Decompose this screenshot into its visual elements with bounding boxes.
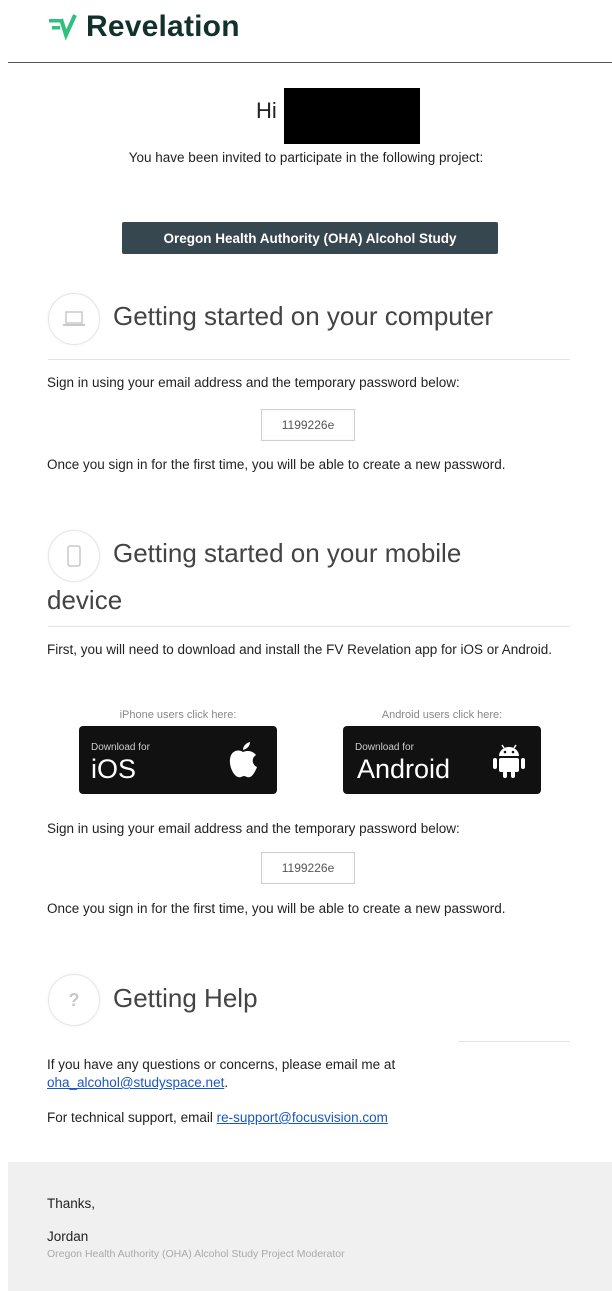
download-ios-button[interactable]: Download for iOS <box>79 726 277 794</box>
mobile-section-divider <box>48 626 570 627</box>
invite-text: You have been invited to participate in … <box>128 150 484 165</box>
computer-password-note: Once you sign in for the first time, you… <box>47 457 506 472</box>
help-line1: If you have any questions or concerns, p… <box>47 1057 396 1072</box>
computer-temp-password: 1199226e <box>261 409 355 441</box>
greeting-hi: Hi <box>256 98 277 123</box>
footer-thanks: Thanks, <box>47 1196 96 1211</box>
help-section-title: Getting Help <box>113 983 258 1013</box>
support-prefix: For technical support, email <box>47 1110 213 1125</box>
email-footer: Thanks, Jordan Oregon Health Authority (… <box>8 1162 612 1291</box>
computer-instructions: Sign in using your email address and the… <box>47 375 460 390</box>
revelation-logo: Revelation <box>48 10 240 44</box>
question-mark-icon: ? <box>48 974 100 1026</box>
android-caption: Android users click here: <box>381 709 503 721</box>
mobile-password-note: Once you sign in for the first time, you… <box>47 901 506 916</box>
mobile-phone-icon <box>48 530 100 582</box>
android-icon <box>491 742 527 785</box>
revelation-logo-icon <box>48 13 78 41</box>
project-name-badge: Oregon Health Authority (OHA) Alcohol St… <box>122 222 498 254</box>
ios-caption: iPhone users click here: <box>119 709 237 721</box>
computer-section-divider <box>48 359 570 360</box>
mobile-intro: First, you will need to download and ins… <box>47 642 553 657</box>
download-android-button[interactable]: Download for Android <box>343 726 541 794</box>
mobile-temp-password: 1199226e <box>261 852 355 884</box>
footer-sender-name: Jordan <box>47 1229 89 1244</box>
android-button-small-label: Download for <box>355 742 414 753</box>
computer-section-title: Getting started on your computer <box>113 301 494 331</box>
help-section-divider <box>458 1041 570 1042</box>
ios-button-label: iOS <box>91 754 137 784</box>
laptop-icon <box>48 293 100 345</box>
mobile-section-title-line2: device <box>47 585 123 615</box>
redacted-name <box>284 88 420 144</box>
android-button-label: Android <box>357 754 451 784</box>
mobile-section-title-line1: Getting started on your mobile <box>113 538 462 568</box>
greeting: Hi <box>0 88 612 144</box>
header-divider <box>8 62 612 63</box>
support-text: For technical support, email re-support@… <box>47 1109 567 1127</box>
help-contact-text: If you have any questions or concerns, p… <box>47 1056 567 1092</box>
study-email-link[interactable]: oha_alcohol@studyspace.net <box>47 1075 224 1090</box>
ios-button-small-label: Download for <box>91 742 150 753</box>
mobile-instructions: Sign in using your email address and the… <box>47 821 460 836</box>
footer-sender-role: Oregon Health Authority (OHA) Alcohol St… <box>47 1248 345 1260</box>
help-email-period: . <box>224 1075 229 1090</box>
support-email-link[interactable]: re-support@focusvision.com <box>217 1110 388 1125</box>
brand-name: Revelation <box>86 10 240 43</box>
apple-icon <box>225 740 261 785</box>
